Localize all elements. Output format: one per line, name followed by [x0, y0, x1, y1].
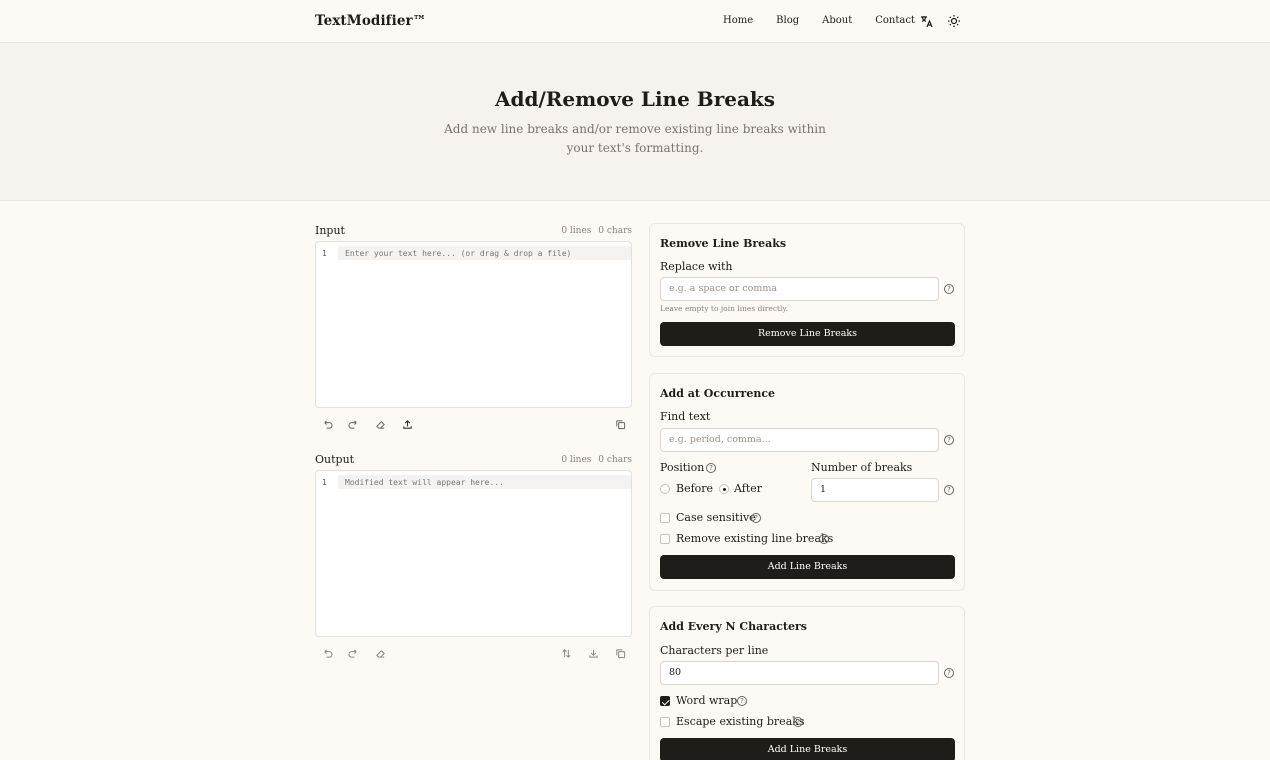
copy-icon[interactable] — [614, 418, 626, 430]
escape-breaks-label[interactable]: Escape existing breaks — [676, 715, 805, 728]
download-icon[interactable] — [587, 647, 599, 659]
help-circle-icon[interactable]: ? — [819, 534, 829, 544]
help-circle-icon[interactable]: ? — [751, 513, 761, 523]
remove-line-breaks-panel: Remove Line Breaks Replace with e.g. a s… — [649, 223, 965, 357]
undo-icon[interactable] — [321, 418, 333, 430]
add-every-n-chars-panel: Add Every N Characters Characters per li… — [649, 606, 965, 760]
output-editor[interactable]: 1 Modified text will appear here... — [315, 470, 632, 637]
output-line-count: 0 lines — [561, 455, 592, 465]
every-panel-title: Add Every N Characters — [660, 620, 807, 633]
nav-about[interactable]: About — [822, 15, 852, 26]
translate-icon[interactable] — [920, 14, 934, 28]
help-circle-icon[interactable]: ? — [944, 668, 954, 678]
input-line-count: 0 lines — [561, 226, 592, 236]
nav-blog[interactable]: Blog — [776, 15, 799, 26]
swap-icon[interactable] — [560, 647, 572, 659]
input-label: Input — [315, 224, 345, 237]
eraser-icon[interactable] — [374, 647, 386, 659]
hero-section: Add/Remove Line Breaks Add new line brea… — [0, 43, 1270, 201]
number-of-breaks-input[interactable]: 1 — [811, 478, 939, 502]
remove-line-breaks-button[interactable]: Remove Line Breaks — [660, 322, 955, 346]
help-circle-icon[interactable]: ? — [706, 463, 716, 473]
main-nav: Home Blog About Contact — [723, 14, 960, 28]
output-toolbar — [315, 647, 632, 661]
escape-breaks-checkbox[interactable] — [660, 717, 670, 727]
replace-hint: Leave empty to join lines directly. — [660, 304, 789, 313]
remove-existing-label[interactable]: Remove existing line breaks — [676, 532, 833, 545]
line-number: 1 — [322, 478, 327, 487]
page-title: Add/Remove Line Breaks — [494, 87, 776, 111]
site-logo[interactable]: TextModifier™ — [315, 13, 426, 29]
output-stats: 0 lines 0 chars — [557, 455, 632, 465]
input-section: Input 0 lines 0 chars 1 Enter your text … — [315, 224, 632, 434]
nav-contact[interactable]: Contact — [875, 15, 915, 26]
find-text-label: Find text — [660, 410, 711, 423]
input-placeholder: Enter your text here... (or drag & drop … — [345, 249, 572, 258]
remove-panel-title: Remove Line Breaks — [660, 237, 787, 250]
find-text-input[interactable]: e.g. period, comma... — [660, 428, 939, 452]
page-subtitle: Add new line breaks and/or remove existi… — [444, 122, 826, 155]
replace-with-input[interactable]: e.g. a space or comma — [660, 277, 939, 301]
remove-existing-checkbox[interactable] — [660, 534, 670, 544]
help-circle-icon[interactable]: ? — [793, 717, 803, 727]
help-circle-icon[interactable]: ? — [944, 284, 954, 294]
sun-icon[interactable] — [947, 14, 961, 28]
chars-per-line-label: Characters per line — [660, 644, 769, 657]
undo-icon[interactable] — [321, 647, 333, 659]
replace-with-label: Replace with — [660, 260, 733, 273]
case-sensitive-label[interactable]: Case sensitive — [676, 511, 756, 524]
help-circle-icon[interactable]: ? — [944, 485, 954, 495]
position-after-label[interactable]: After — [734, 482, 762, 495]
word-wrap-checkbox[interactable] — [660, 696, 670, 706]
nav-home[interactable]: Home — [723, 15, 753, 26]
position-before-radio[interactable] — [660, 484, 670, 494]
position-after-radio[interactable] — [719, 484, 729, 494]
line-number: 1 — [322, 249, 327, 258]
copy-icon[interactable] — [614, 647, 626, 659]
eraser-icon[interactable] — [374, 418, 386, 430]
output-placeholder: Modified text will appear here... — [345, 478, 504, 487]
word-wrap-label[interactable]: Word wrap — [676, 694, 737, 707]
position-before-label[interactable]: Before — [676, 482, 713, 495]
upload-icon[interactable] — [401, 418, 413, 430]
redo-icon[interactable] — [347, 418, 359, 430]
input-char-count: 0 chars — [598, 226, 632, 236]
add-at-occurrence-panel: Add at Occurrence Find text e.g. period,… — [649, 373, 965, 591]
add-line-breaks-occurrence-button[interactable]: Add Line Breaks — [660, 555, 955, 579]
position-label: Position — [660, 461, 705, 474]
help-circle-icon[interactable]: ? — [737, 696, 747, 706]
chars-per-line-input[interactable]: 80 — [660, 661, 939, 685]
occurrence-panel-title: Add at Occurrence — [660, 387, 776, 400]
input-editor[interactable]: 1 Enter your text here... (or drag & dro… — [315, 241, 632, 408]
site-header: TextModifier™ Home Blog About Contact — [0, 0, 1270, 43]
add-line-breaks-every-button[interactable]: Add Line Breaks — [660, 738, 955, 760]
case-sensitive-checkbox[interactable] — [660, 513, 670, 523]
number-of-breaks-label: Number of breaks — [811, 461, 913, 474]
input-stats: 0 lines 0 chars — [557, 226, 632, 236]
output-char-count: 0 chars — [598, 455, 632, 465]
input-toolbar — [315, 418, 632, 432]
output-section: Output 0 lines 0 chars 1 Modified text w… — [315, 453, 632, 663]
output-label: Output — [315, 453, 355, 466]
redo-icon[interactable] — [347, 647, 359, 659]
help-circle-icon[interactable]: ? — [944, 435, 954, 445]
